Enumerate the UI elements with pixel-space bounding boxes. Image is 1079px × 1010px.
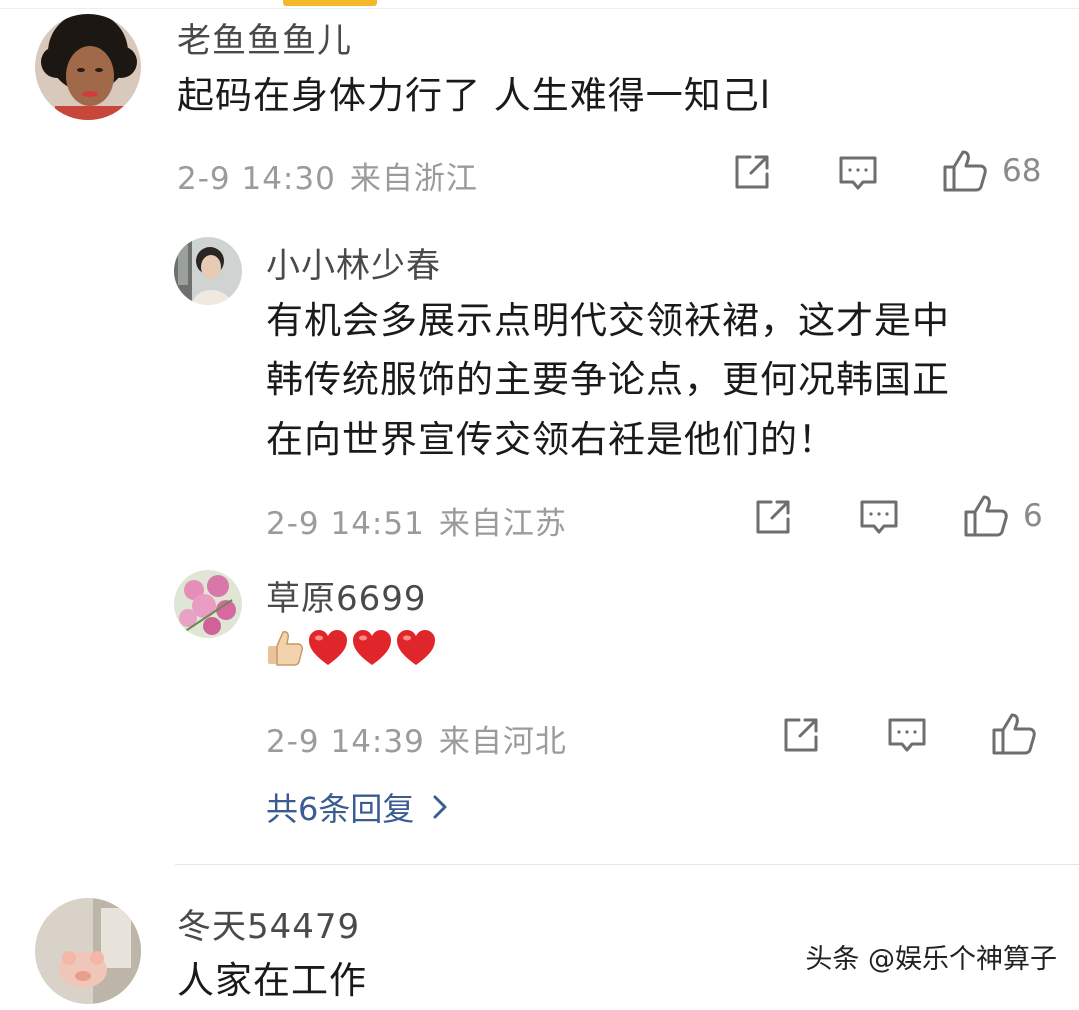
comment-username[interactable]: 冬天54479 [177,899,360,948]
reply-date: 2-9 14:51 [266,506,425,542]
share-icon [735,155,769,189]
comment-text: 人家在工作 [177,959,367,1002]
thumbs-up-emoji-icon [268,631,303,666]
share-icon [756,500,790,534]
reply-text-line: 有机会多展示点明代交领袄裙，这才是中 [266,299,950,342]
reply-location: 来自河北 [438,724,567,760]
avatar[interactable] [35,898,141,1004]
like-button[interactable]: 6 [963,493,1043,539]
avatar[interactable] [174,237,242,305]
reply-meta: 2-9 14:51 来自江苏 [266,498,567,543]
comment-location: 来自浙江 [349,161,478,197]
share-icon [784,718,818,752]
comment-text: 起码在身体力行了 人生难得一知己l [177,74,772,117]
comment-icon [860,500,898,534]
share-button[interactable] [781,715,821,755]
comment-icon [888,718,926,752]
reply-button[interactable] [838,153,878,193]
view-replies-link[interactable]: 共6条回复 [266,784,448,830]
comment-date: 2-9 14:30 [177,161,336,197]
reply-text-line: 韩传统服饰的主要争论点，更何况韩国正 [266,358,950,401]
thumbs-up-icon [992,713,1036,755]
heart-icon [397,630,435,665]
thumbs-up-icon [964,495,1008,537]
like-button[interactable] [991,711,1037,757]
emoji-content [266,628,436,668]
comment-meta: 2-9 14:30 来自浙江 [177,153,478,198]
reply-button[interactable] [859,497,899,537]
reply-date: 2-9 14:39 [266,724,425,760]
avatar[interactable] [35,14,141,120]
watermark: 头条 @娱乐个神算子 [805,944,1057,975]
share-button[interactable] [732,152,772,192]
comment-username[interactable]: 老鱼鱼鱼儿 [177,13,352,62]
reply-button[interactable] [887,715,927,755]
share-button[interactable] [753,497,793,537]
chevron-right-icon [433,795,447,819]
like-button[interactable]: 68 [942,148,1041,194]
like-count: 68 [1002,153,1042,189]
active-tab-indicator [283,0,377,6]
heart-icon [353,630,391,665]
heart-icon [309,630,347,665]
avatar[interactable] [174,570,242,638]
reply-location: 来自江苏 [438,506,567,542]
reply-text-line: 在向世界宣传交领右衽是他们的！ [266,418,836,461]
reply-meta: 2-9 14:39 来自河北 [266,716,567,761]
thumbs-up-icon [943,150,987,192]
reply-username[interactable]: 小小林少春 [266,238,441,287]
view-replies-label: 共6条回复 [266,790,415,828]
top-divider [0,0,1079,9]
like-count: 6 [1023,498,1043,534]
comment-icon [839,156,877,190]
reply-username[interactable]: 草原6699 [266,571,427,620]
comment-divider [175,864,1079,865]
